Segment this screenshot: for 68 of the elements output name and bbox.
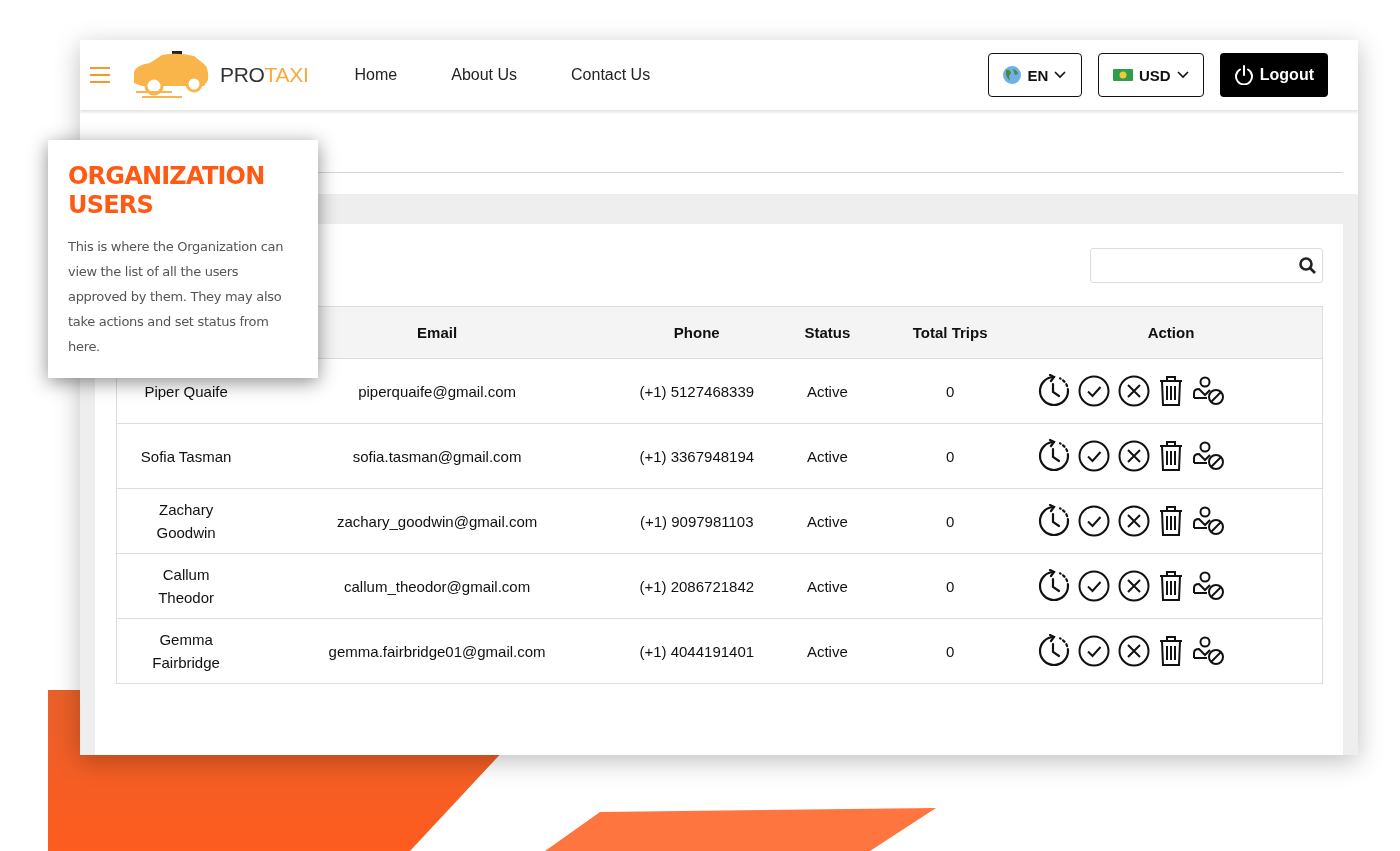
trash-icon[interactable] [1158,505,1185,537]
column-header: Total Trips [880,306,1021,359]
globe-icon [1003,66,1022,84]
check-circle-icon[interactable] [1078,505,1111,537]
table-cell: 0 [880,618,1021,684]
table-cell: callum_theodor@gmail.com [255,553,620,619]
trash-icon[interactable] [1158,440,1185,472]
chevron-down-icon [1054,71,1067,79]
table-cell: (+1) 2086721842 [619,553,775,619]
check-circle-icon[interactable] [1078,440,1111,472]
trash-icon[interactable] [1158,375,1185,407]
user-block-icon[interactable] [1192,506,1225,536]
taxi-car-logo-icon [132,50,210,100]
check-circle-icon[interactable] [1078,570,1111,602]
check-circle-icon[interactable] [1078,635,1111,667]
history-icon[interactable] [1038,634,1071,668]
language-dropdown[interactable]: EN [987,53,1082,97]
user-block-icon[interactable] [1192,571,1225,601]
column-header: Status [774,306,881,359]
logo-text: PROTAXI [220,63,309,87]
history-icon[interactable] [1038,439,1071,473]
table-cell: Callum Theodor [116,553,256,619]
logout-button[interactable]: Logout [1219,53,1328,97]
table-cell: Sofia Tasman [116,423,256,489]
user-block-icon[interactable] [1192,636,1225,666]
table-cell: Active [774,553,881,619]
history-icon[interactable] [1038,569,1071,603]
cancel-circle-icon[interactable] [1118,375,1151,407]
nav-link[interactable]: Contact Us [571,66,651,84]
power-icon [1233,65,1254,85]
table-cell: 0 [880,488,1021,554]
user-block-icon[interactable] [1192,376,1225,406]
cancel-circle-icon[interactable] [1118,440,1151,472]
table-cell: (+1) 5127468339 [619,358,775,424]
column-header: Phone [619,306,775,359]
cancel-circle-icon[interactable] [1118,570,1151,602]
history-icon[interactable] [1038,374,1071,408]
table-cell: Active [774,488,881,554]
nav-link[interactable]: About Us [451,66,518,84]
cancel-circle-icon[interactable] [1118,505,1151,537]
table-cell: Zachary Goodwin [116,488,256,554]
trash-icon[interactable] [1158,570,1185,602]
table-cell: 0 [880,553,1021,619]
table-cell: Active [774,423,881,489]
search-icon[interactable] [1299,257,1316,274]
history-icon[interactable] [1038,504,1071,538]
table-cell: 0 [880,423,1021,489]
user-block-icon[interactable] [1192,441,1225,471]
cancel-circle-icon[interactable] [1118,635,1151,667]
table-cell: Gemma Fairbridge [116,618,256,684]
search-field[interactable] [1090,248,1323,283]
chevron-down-icon [1176,71,1189,79]
table-cell: zachary_goodwin@gmail.com [255,488,620,554]
check-circle-icon[interactable] [1078,375,1111,407]
table-cell: Active [774,358,881,424]
table-cell: (+1) 4044191401 [619,618,775,684]
nav-link[interactable]: Home [354,66,398,84]
column-header: Action [1020,306,1323,359]
trash-icon[interactable] [1158,635,1185,667]
table-cell: (+1) 3367948194 [619,423,775,489]
table-cell: (+1) 9097981103 [619,488,775,554]
table-cell: gemma.fairbridge01@gmail.com [255,618,620,684]
table-cell: 0 [880,358,1021,424]
currency-dropdown[interactable]: USD [1097,53,1204,97]
table-cell: sofia.tasman@gmail.com [255,423,620,489]
table-cell: Active [774,618,881,684]
banknote-icon [1112,69,1133,81]
tooltip-title: ORGANIZATION USERS [68,162,266,220]
